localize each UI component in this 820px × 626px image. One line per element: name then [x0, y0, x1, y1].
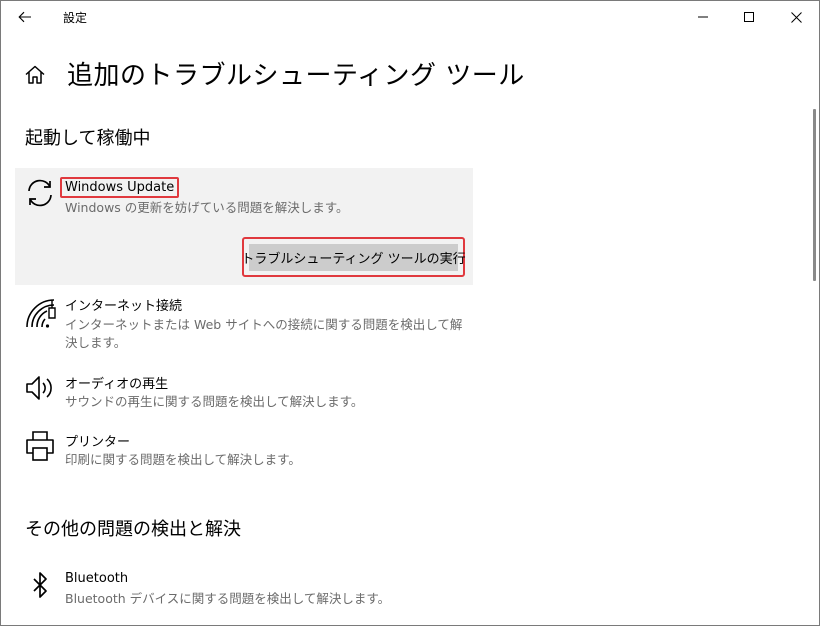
wifi-icon: [26, 299, 56, 328]
close-button[interactable]: [773, 1, 819, 33]
sync-icon: [28, 179, 52, 207]
settings-window: 設定 追加のトラブルシューティング ツール 起動して稼働中 Windows Up…: [0, 0, 820, 626]
printer-icon: [26, 431, 54, 461]
maximize-button[interactable]: [726, 1, 772, 33]
minimize-icon: [698, 16, 708, 18]
minimize-button[interactable]: [680, 1, 726, 33]
window-title: 設定: [63, 11, 88, 25]
troubleshooter-printer[interactable]: プリンター 印刷に関する問題を検出して解決します。: [15, 429, 473, 473]
speaker-icon: [26, 376, 52, 400]
item-desc-audio: サウンドの再生に関する問題を検出して解決します。: [65, 394, 364, 409]
section-title-running: 起動して稼働中: [25, 128, 151, 149]
item-desc-bluetooth: Bluetooth デバイスに関する問題を検出して解決します。: [65, 591, 391, 606]
item-name-internet: インターネット接続: [65, 299, 183, 314]
item-name-bluetooth: Bluetooth: [65, 571, 129, 586]
section-title-other: その他の問題の検出と解決: [25, 519, 241, 540]
troubleshooter-internet[interactable]: インターネット接続 インターネットまたは Web サイトへの接続に関する問題を検…: [15, 293, 473, 355]
scrollbar-thumb[interactable]: [813, 109, 816, 281]
item-name-windows-update: Windows Update: [60, 177, 180, 198]
bluetooth-icon: [33, 572, 47, 598]
page-title: 追加のトラブルシューティング ツール: [67, 61, 525, 91]
item-name-audio: オーディオの再生: [65, 377, 169, 392]
run-button-highlight: トラブルシューティング ツールの実行: [241, 237, 466, 277]
title-bar: 設定: [1, 1, 819, 33]
run-troubleshooter-button[interactable]: トラブルシューティング ツールの実行: [241, 244, 466, 271]
close-icon: [790, 11, 802, 23]
item-desc-windows-update: Windows の更新を妨げている問題を解決します。: [65, 200, 349, 215]
back-button[interactable]: [7, 1, 43, 33]
troubleshooter-audio[interactable]: オーディオの再生 サウンドの再生に関する問題を検出して解決します。: [15, 371, 473, 415]
item-desc-internet: インターネットまたは Web サイトへの接続に関する問題を検出して解決します。: [65, 317, 463, 350]
home-icon[interactable]: [23, 63, 47, 87]
item-desc-printer: 印刷に関する問題を検出して解決します。: [65, 452, 301, 467]
item-name-printer: プリンター: [65, 435, 131, 450]
troubleshooter-windows-update[interactable]: Windows Update Windows の更新を妨げている問題を解決します…: [15, 168, 473, 285]
maximize-icon: [744, 12, 754, 22]
back-arrow-icon: [18, 11, 31, 23]
troubleshooter-bluetooth[interactable]: Bluetooth Bluetooth デバイスに関する問題を検出して解決します…: [15, 569, 473, 613]
